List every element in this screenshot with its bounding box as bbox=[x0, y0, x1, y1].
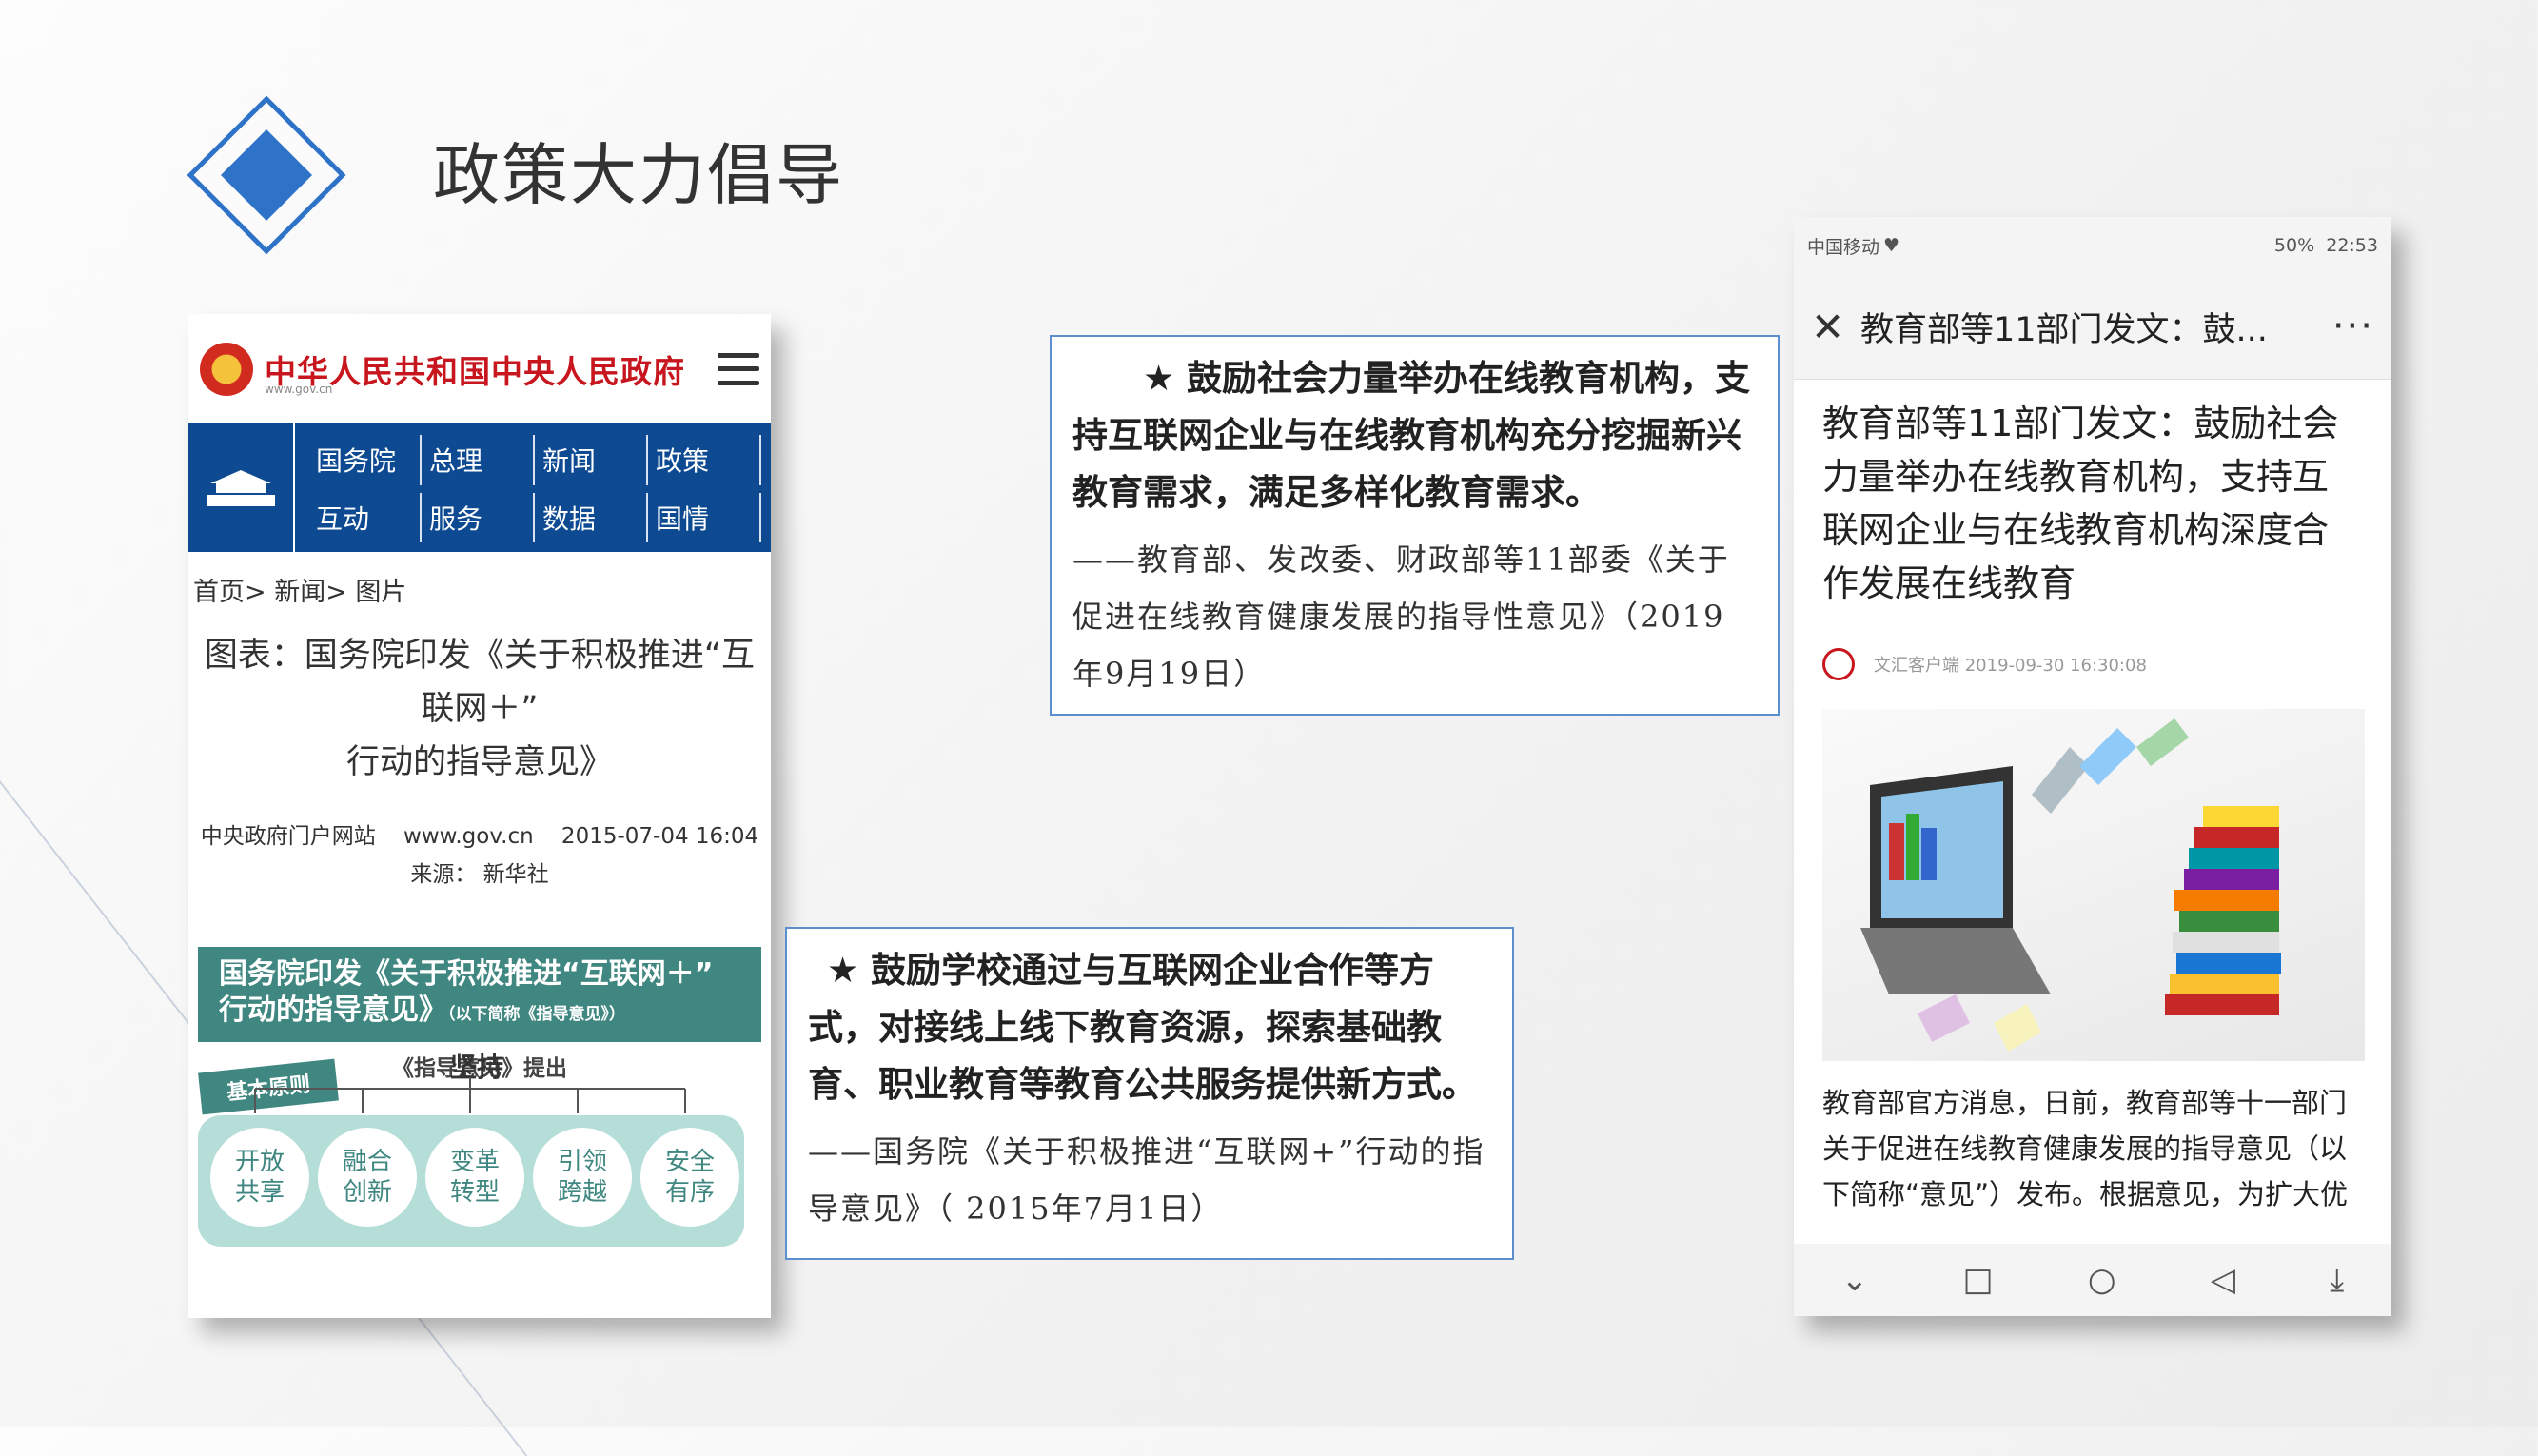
battery-time: 50% 22:53 bbox=[2273, 235, 2378, 256]
diamond-logo-icon bbox=[187, 95, 346, 255]
nav-item-guowuyuan[interactable]: 国务院 bbox=[308, 435, 422, 485]
nav-item-xinwen[interactable]: 新闻 bbox=[535, 435, 648, 485]
quote-box-2019: ★ 鼓励社会力量举办在线教育机构，支持互联网企业与在线教育机构充分挖掘新兴教育需… bbox=[1050, 335, 1780, 716]
wenhui-logo-icon bbox=[1822, 648, 1855, 680]
heart-icon: ♥ bbox=[1883, 235, 1900, 256]
tiananmen-icon bbox=[188, 423, 295, 552]
nav-item-fuwu[interactable]: 服务 bbox=[422, 492, 535, 542]
topbar-title: 教育部等11部门发文：鼓... bbox=[1860, 310, 2268, 349]
infographic-header-note: （以下简称《指导意见》） bbox=[447, 1005, 625, 1024]
article-title: 图表：国务院印发《关于积极推进“互联网＋” 行动的指导意见》 bbox=[188, 608, 771, 789]
principle-circle-4: 引领 跨越 bbox=[533, 1128, 632, 1227]
principle-circle-3: 变革 转型 bbox=[425, 1128, 524, 1227]
principle-circle-1: 开放 共享 bbox=[210, 1128, 309, 1227]
news-source: 文汇客户端 2019-09-30 16:30:08 bbox=[1874, 656, 2147, 676]
infographic-header-line1: 国务院印发《关于积极推进“互联网＋” bbox=[219, 957, 714, 991]
news-image-laptop-books bbox=[1822, 709, 2365, 1061]
hamburger-menu-icon[interactable] bbox=[718, 352, 759, 385]
quote-box-2015: ★ 鼓励学校通过与互联网企业合作等方式，对接线上线下教育资源，探索基础教育、职业… bbox=[785, 927, 1514, 1260]
recent-apps-square-icon[interactable]: □ bbox=[1962, 1261, 1993, 1299]
breadcrumb[interactable]: 首页> 新闻> 图片 bbox=[188, 552, 771, 608]
principle-circle-2: 融合 创新 bbox=[318, 1128, 417, 1227]
nav-item-guoqing[interactable]: 国情 bbox=[648, 492, 761, 542]
quote-2015-text: ★ 鼓励学校通过与互联网企业合作等方式，对接线上线下教育资源，探索基础教育、职业… bbox=[808, 950, 1477, 1105]
close-icon[interactable]: ✕ bbox=[1811, 304, 1860, 350]
gov-navbar: 国务院 总理 新闻 政策 互动 服务 数据 国情 bbox=[188, 423, 771, 552]
status-bar: 中国移动 ♥ 50% 22:53 bbox=[1794, 217, 2391, 274]
article-meta: 中央政府门户网站 www.gov.cn 2015-07-04 16:04 来源：… bbox=[188, 817, 771, 894]
article-source: 来源： 新华社 bbox=[410, 862, 549, 887]
app-topbar: ✕ 教育部等11部门发文：鼓... ··· bbox=[1794, 274, 2391, 380]
carrier-label: 中国移动 bbox=[1807, 236, 1880, 258]
national-emblem-icon bbox=[200, 342, 253, 396]
android-nav-bar: ⌄ □ ○ ◁ ⤓ bbox=[1794, 1244, 2391, 1316]
download-arrow-icon[interactable]: ⤓ bbox=[2330, 1261, 2344, 1299]
principles-connector-lines bbox=[254, 1077, 686, 1113]
gov-site-url: www.gov.cn bbox=[265, 383, 333, 396]
nav-item-hudong[interactable]: 互动 bbox=[308, 492, 422, 542]
nav-item-zhengce[interactable]: 政策 bbox=[648, 435, 761, 485]
infographic-header-line2: 行动的指导意见》 bbox=[219, 994, 447, 1027]
article-title-line2: 行动的指导意见》 bbox=[345, 743, 613, 781]
quote-2019-text: ★ 鼓励社会力量举办在线教育机构，支持互联网企业与在线教育机构充分挖掘新兴教育需… bbox=[1072, 358, 1751, 513]
principle-circle-5: 安全 有序 bbox=[640, 1128, 739, 1227]
article-title-line1: 图表：国务院印发《关于积极推进“互联网＋” bbox=[204, 637, 756, 728]
news-phone-screenshot: 中国移动 ♥ 50% 22:53 ✕ 教育部等11部门发文：鼓... ··· 教… bbox=[1794, 217, 2391, 1316]
chevron-down-icon[interactable]: ⌄ bbox=[1841, 1261, 1869, 1299]
article-meta-line: 中央政府门户网站 www.gov.cn 2015-07-04 16:04 bbox=[200, 824, 759, 849]
back-triangle-icon[interactable]: ◁ bbox=[2211, 1261, 2235, 1299]
news-body-text: 教育部官方消息，日前，教育部等十一部门关于促进在线教育健康发展的指导意见（以下简… bbox=[1822, 1087, 2349, 1210]
quote-2015-source: ——国务院《关于积极推进“互联网+”行动的指导意见》（ 2015年7月1日） bbox=[808, 1133, 1485, 1227]
nav-item-zongli[interactable]: 总理 bbox=[422, 435, 535, 485]
news-title: 教育部等11部门发文：鼓励社会力量举办在线教育机构，支持互联网企业与在线教育机构… bbox=[1822, 403, 2339, 604]
slide-title: 政策大力倡导 bbox=[433, 136, 844, 214]
nav-item-shuju[interactable]: 数据 bbox=[535, 492, 648, 542]
gov-phone-screenshot: 中华人民共和国中央人民政府 www.gov.cn 国务院 总理 新闻 政策 互动… bbox=[188, 314, 771, 1318]
quote-2019-source: ——教育部、发改委、财政部等11部委《关于促进在线教育健康发展的指导性意见》（2… bbox=[1072, 541, 1730, 692]
gov-header: 中华人民共和国中央人民政府 www.gov.cn bbox=[188, 314, 771, 423]
infographic-header: 国务院印发《关于积极推进“互联网＋” 行动的指导意见》（以下简称《指导意见》） bbox=[198, 947, 761, 1042]
more-options-icon[interactable]: ··· bbox=[2332, 305, 2374, 348]
news-source-row: 文汇客户端 2019-09-30 16:30:08 bbox=[1794, 610, 2391, 680]
home-circle-icon[interactable]: ○ bbox=[2088, 1261, 2116, 1299]
